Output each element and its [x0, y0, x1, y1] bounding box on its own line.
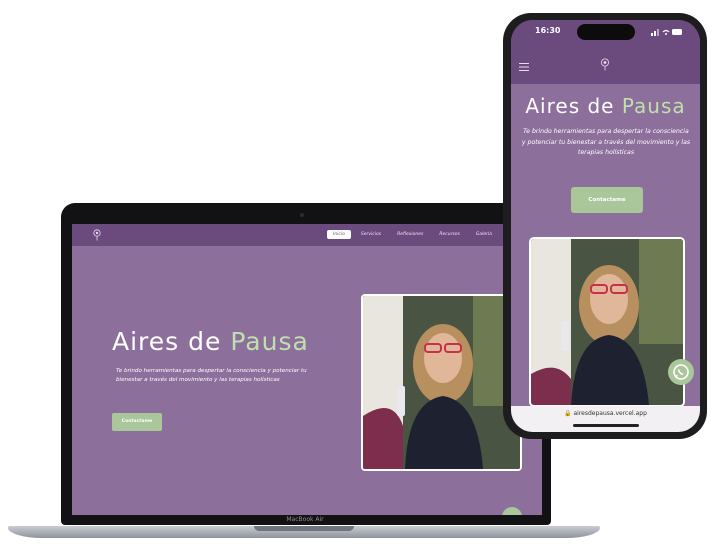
dynamic-island: [577, 24, 635, 40]
laptop-screen: Inicio Servicios Reflexiones Recursos Ga…: [72, 224, 542, 515]
laptop-hero-subtitle: Te brindo herramientas para despertar la…: [116, 368, 307, 383]
url-text: 🔒 airesdepausa.vercel.app: [564, 410, 647, 417]
phone-hero-subtitle: Te brindo herramientas para despertar la…: [521, 128, 691, 156]
flower-logo-icon[interactable]: [92, 229, 102, 241]
nav-item-inicio[interactable]: Inicio: [327, 230, 351, 239]
nav-item-recursos[interactable]: Recursos: [433, 230, 466, 239]
hamburger-menu-icon[interactable]: [519, 63, 529, 71]
laptop-nav-menu: Inicio Servicios Reflexiones Recursos Ga…: [327, 230, 531, 239]
nav-item-servicios[interactable]: Servicios: [355, 230, 387, 239]
hero-title-main: Aires de: [525, 94, 615, 118]
phone-url-bar[interactable]: 🔒 airesdepausa.vercel.app: [511, 406, 700, 432]
home-indicator: [573, 424, 639, 427]
laptop-whatsapp-icon[interactable]: [502, 507, 522, 515]
laptop-navbar: Inicio Servicios Reflexiones Recursos Ga…: [72, 224, 542, 246]
laptop-hero-photo: [361, 294, 522, 471]
hero-title-accent: Pausa: [621, 94, 686, 118]
hero-title-main: Aires de: [112, 327, 222, 356]
portrait-image: [531, 239, 683, 405]
phone-navbar: [511, 50, 700, 84]
phone-hero-photo: [529, 237, 685, 407]
whatsapp-icon[interactable]: [668, 359, 694, 385]
laptop-brand-label: MacBook Air: [286, 516, 324, 523]
hero-title-accent: Pausa: [230, 327, 309, 356]
phone-hero-title: Aires de Pausa: [511, 94, 700, 118]
nav-item-galeria[interactable]: Galería: [470, 230, 498, 239]
phone-status-bar: 16:30: [511, 20, 700, 50]
laptop-hero-title: Aires de Pausa: [112, 327, 309, 356]
phone-screen: 16:30 Aires de Pausa Te brindo herramien…: [511, 20, 700, 432]
phone-contact-button[interactable]: Contactame: [571, 187, 643, 213]
laptop-notch: [254, 526, 354, 531]
status-time: 16:30: [535, 26, 561, 35]
portrait-image: [363, 296, 520, 469]
laptop-camera: [300, 213, 304, 217]
flower-logo-icon[interactable]: [600, 58, 610, 71]
laptop-contact-button[interactable]: Contactame: [112, 413, 162, 431]
nav-item-reflexiones[interactable]: Reflexiones: [391, 230, 429, 239]
signal-wifi-battery-icon: [651, 29, 682, 36]
